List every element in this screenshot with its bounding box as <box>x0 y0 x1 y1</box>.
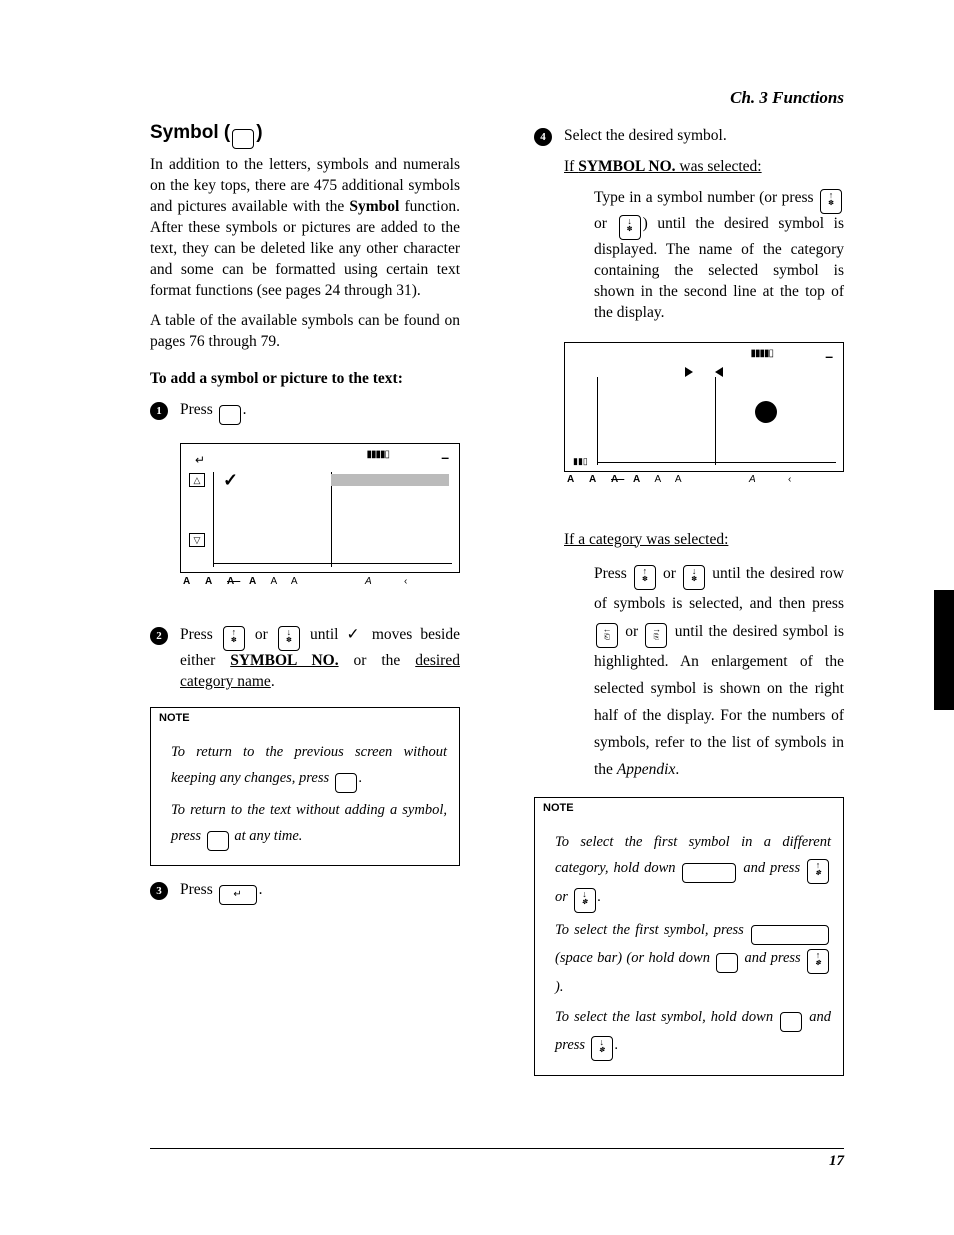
battery-icon: ▮▮▮▮▯ <box>750 347 773 361</box>
display-illustration-1: ▮▮▮▮▯ – ↵ △ ✓ ▽ A A A A A A A ‹ <box>180 443 460 573</box>
step-1: 1 Press . <box>150 400 460 425</box>
page-number: 17 <box>829 1153 844 1170</box>
step-4: 4 Select the desired symbol. <box>534 126 844 147</box>
note-box-2: NOTE To select the first symbol in a dif… <box>534 797 844 1076</box>
two-column-layout: Symbol ( ) In addition to the letters, s… <box>150 120 844 1090</box>
right-column: 4 Select the desired symbol. If SYMBOL N… <box>528 120 844 1090</box>
if-symbol-no-body: Type in a symbol number (or press ↑✽ or … <box>594 188 844 324</box>
enter-key-icon: ↵ <box>219 885 257 905</box>
blank-key-icon <box>207 831 229 851</box>
step-number-icon: 1 <box>150 402 168 420</box>
up-key-icon: ↑✽ <box>807 949 829 974</box>
note-heading: NOTE <box>535 798 843 819</box>
battery-small-icon: ▮▮▯ <box>573 455 588 467</box>
up-tri-icon: △ <box>189 473 205 487</box>
circle-symbol-icon <box>755 401 777 423</box>
hline-icon <box>598 462 836 463</box>
blank-key-icon <box>780 1012 802 1032</box>
section-title-post: ) <box>256 122 262 143</box>
step-3: 3 Press ↵. <box>150 880 460 905</box>
subheading-add: To add a symbol or picture to the text: <box>150 369 460 390</box>
right-key-icon: →⎘ <box>645 623 667 648</box>
grey-bar <box>331 474 449 486</box>
symbol-key-icon <box>232 129 254 149</box>
tri-left-icon <box>715 367 723 377</box>
dash-icon: – <box>441 448 449 467</box>
down-key-icon: ↓✽ <box>683 565 705 590</box>
step-number-icon: 2 <box>150 627 168 645</box>
check-icon: ✓ <box>223 468 238 492</box>
blank-key-icon <box>335 773 357 793</box>
status-row: A A A A A A A ‹ <box>183 575 413 589</box>
vline-icon <box>597 377 598 465</box>
up-key-icon: ↑✽ <box>223 626 245 651</box>
down-tri-icon: ▽ <box>189 533 205 547</box>
down-key-icon: ↓✽ <box>619 215 641 240</box>
status-row: A A A A A A A ‹ <box>567 473 797 487</box>
page-footer: 17 <box>150 1148 844 1149</box>
intro-paragraph-2: A table of the available symbols can be … <box>150 311 460 353</box>
down-key-icon: ↓✽ <box>574 888 596 913</box>
code-key-icon <box>682 863 736 883</box>
space-key-icon <box>751 925 829 945</box>
if-category-body: Press ↑✽ or ↓✽ until the desired row of … <box>594 560 844 783</box>
up-key-icon: ↑✽ <box>634 565 656 590</box>
check-icon: ✓ <box>347 626 364 643</box>
page: Ch. 3 Functions Symbol ( ) In addition t… <box>0 0 954 1235</box>
section-tab-marker <box>934 590 954 710</box>
down-key-icon: ↓✽ <box>591 1036 613 1061</box>
step-number-icon: 3 <box>150 882 168 900</box>
note-heading: NOTE <box>151 708 459 729</box>
blank-key-icon <box>716 953 738 973</box>
vline2-icon <box>715 377 716 465</box>
step-number-icon: 4 <box>534 128 552 146</box>
section-title: Symbol ( ) <box>150 120 460 149</box>
down-key-icon: ↓✽ <box>278 626 300 651</box>
vline2-icon <box>331 472 332 567</box>
if-category-heading: If a category was selected: <box>564 530 844 551</box>
note-box-1: NOTE To return to the previous screen wi… <box>150 707 460 866</box>
if-symbol-no-heading: If SYMBOL NO. was selected: <box>564 157 844 178</box>
up-key-icon: ↑✽ <box>807 859 829 884</box>
display-illustration-2: ▮▮▮▮▯ – ▮▮▯ A A A A A A A ‹ <box>564 342 844 472</box>
up-key-icon: ↑✽ <box>820 189 842 214</box>
left-column: Symbol ( ) In addition to the letters, s… <box>150 120 468 1090</box>
return-icon: ↵ <box>189 452 211 468</box>
blank-key-icon <box>219 405 241 425</box>
section-title-pre: Symbol ( <box>150 122 230 143</box>
chapter-heading: Ch. 3 Functions <box>150 88 844 108</box>
intro-paragraph-1: In addition to the letters, symbols and … <box>150 155 460 301</box>
left-key-icon: ←⎗ <box>596 623 618 648</box>
dash-icon: – <box>825 347 833 366</box>
tri-right-icon <box>685 367 693 377</box>
step-2: 2 Press ↑✽ or ↓✽ until ✓ moves beside ei… <box>150 625 460 693</box>
hline-icon <box>214 563 452 564</box>
vline-icon <box>213 472 214 567</box>
battery-icon: ▮▮▮▮▯ <box>366 448 389 462</box>
